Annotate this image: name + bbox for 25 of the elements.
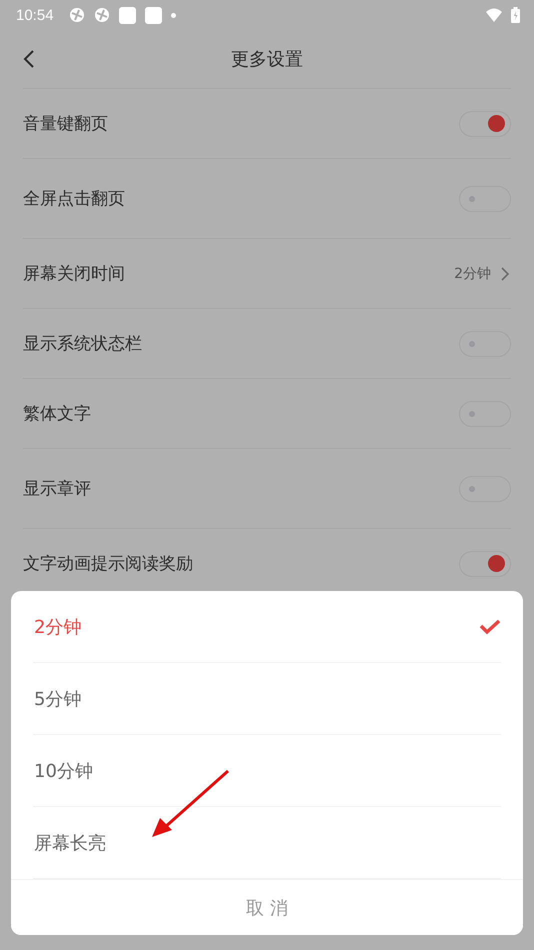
- option-item[interactable]: 2分钟: [33, 591, 501, 663]
- battery-icon: [511, 7, 520, 23]
- setting-label: 音量键翻页: [23, 113, 109, 135]
- setting-label: 繁体文字: [23, 403, 92, 425]
- toggle-switch[interactable]: [459, 550, 511, 576]
- setting-value: 2分钟: [454, 264, 491, 282]
- setting-label: 显示系统状态栏: [23, 333, 143, 355]
- app-icon: [68, 7, 85, 23]
- dot-icon: [170, 12, 176, 18]
- back-icon[interactable]: [23, 49, 35, 69]
- app-icon: [94, 7, 110, 23]
- option-item[interactable]: 5分钟: [33, 663, 501, 735]
- checkmark-icon: [479, 618, 501, 634]
- notification-icon: [118, 6, 136, 24]
- chevron-right-icon[interactable]: [501, 266, 509, 280]
- toggle-switch[interactable]: [459, 110, 511, 136]
- setting-label: 文字动画提示阅读奖励: [23, 553, 194, 575]
- setting-label: 屏幕关闭时间: [23, 263, 126, 285]
- notification-icon: [144, 6, 162, 24]
- wifi-icon: [486, 8, 502, 22]
- page-title: 更多设置: [231, 48, 303, 71]
- option-item[interactable]: 10分钟: [33, 735, 501, 807]
- setting-label: 显示章评: [23, 478, 92, 500]
- clock: 10:54: [16, 6, 54, 24]
- setting-label: 全屏点击翻页: [23, 188, 126, 210]
